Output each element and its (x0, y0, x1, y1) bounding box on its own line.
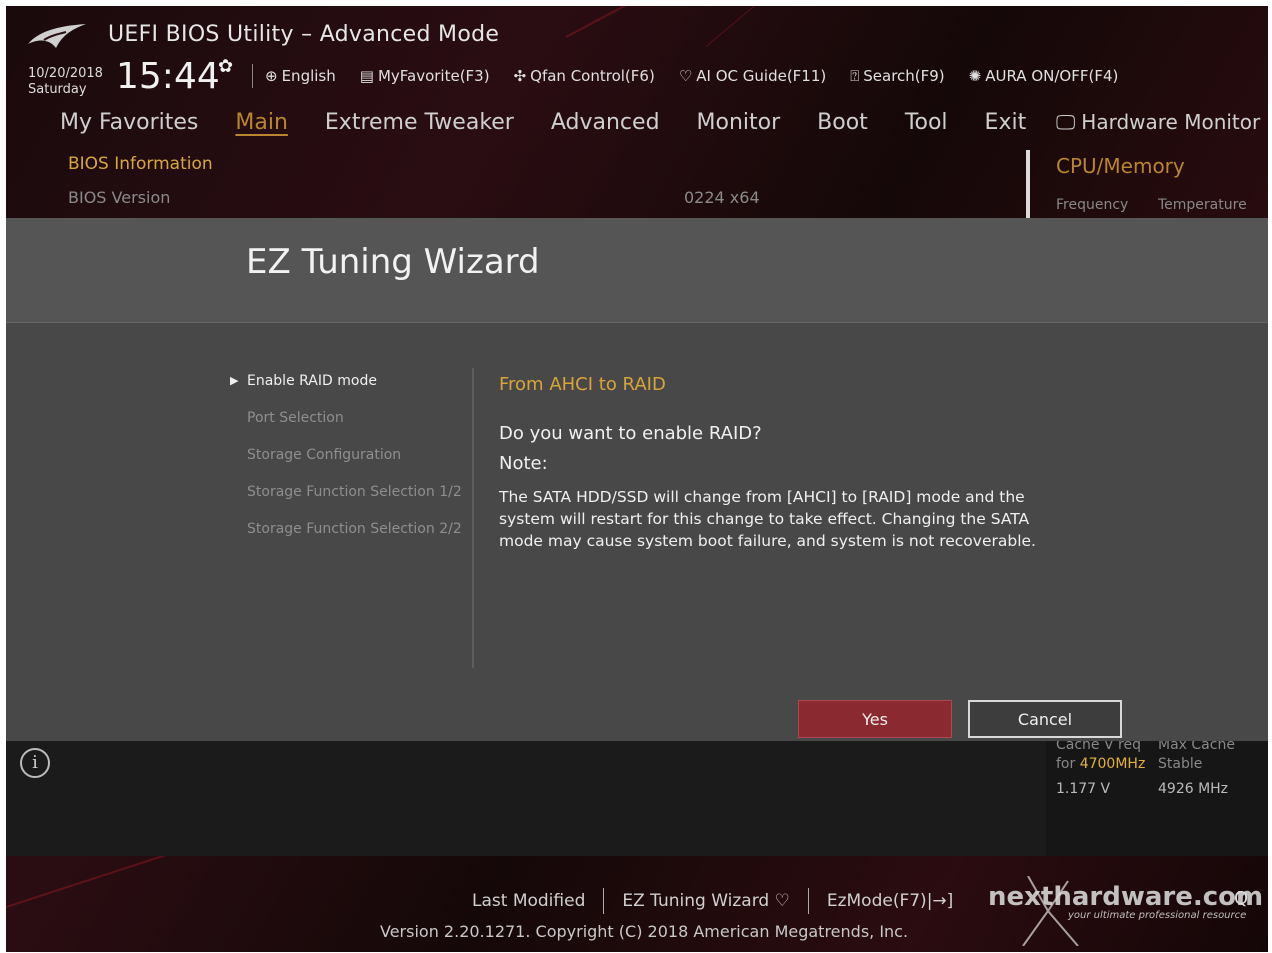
background-streak (705, 6, 1013, 47)
lightbulb-icon: ♡ (678, 67, 693, 85)
clock: 15:44 (116, 56, 220, 97)
ai-oc-guide-label: AI OC Guide(F11) (696, 67, 827, 85)
lightbulb-icon: ♡ (774, 891, 790, 911)
bios-screen: UEFI BIOS Utility – Advanced Mode 10/20/… (6, 6, 1268, 952)
yes-button[interactable]: Yes (798, 700, 952, 738)
bios-version-value: 0224 x64 (684, 188, 760, 207)
step-label: Storage Function Selection 2/2 (247, 521, 462, 537)
step-label: Storage Configuration (247, 447, 402, 463)
aura-light-icon: ✺ (968, 67, 982, 85)
tab-monitor[interactable]: Monitor (697, 110, 781, 135)
frequency-label: Frequency (1056, 197, 1129, 213)
qfan-button[interactable]: ✣ Qfan Control(F6) (514, 67, 655, 85)
max-cache-value: 4926 MHz (1158, 781, 1229, 797)
search-button[interactable]: ⍰ Search(F9) (850, 67, 944, 85)
steps-divider (472, 368, 474, 668)
ai-oc-guide-button[interactable]: ♡ AI OC Guide(F11) (679, 67, 826, 85)
for-frequency-label: for 4700MHz (1056, 756, 1145, 772)
globe-icon: ⊕ (265, 67, 278, 85)
question-box-icon: ⍰ (850, 67, 860, 85)
qfaq-button[interactable]: Q (1234, 888, 1248, 909)
list-icon: ▤ (359, 67, 374, 85)
language-label: English (281, 67, 336, 85)
watermark-subtitle: your ultimate professional resource (1068, 910, 1247, 921)
step-port-selection: Port Selection (228, 410, 462, 447)
app-title: UEFI BIOS Utility – Advanced Mode (108, 22, 500, 47)
background-streak (565, 6, 1026, 38)
ezmode-label: EzMode(F7) (826, 891, 927, 911)
date-text: 10/20/2018 (28, 66, 103, 81)
footer-divider (807, 888, 809, 914)
note-label: Note: (499, 453, 548, 474)
rog-logo-icon (28, 24, 86, 48)
hardware-monitor-header[interactable]: 🖵 Hardware Monitor (1056, 110, 1260, 134)
help-panel (6, 741, 1046, 856)
search-label: Search(F9) (863, 67, 945, 85)
tab-extreme-tweaker[interactable]: Extreme Tweaker (325, 110, 514, 135)
tab-main[interactable]: Main (235, 110, 288, 135)
aura-label: AURA ON/OFF(F4) (985, 67, 1119, 85)
tab-tool[interactable]: Tool (905, 110, 948, 135)
tab-advanced[interactable]: Advanced (551, 110, 660, 135)
ez-tuning-wizard-label: EZ Tuning Wizard (622, 891, 770, 911)
footer-bar: Last Modified EZ Tuning Wizard ♡ EzMode(… (472, 888, 953, 914)
play-arrow-icon: ▶ (230, 374, 239, 387)
bios-version-label: BIOS Version (68, 188, 171, 207)
dialog-header: EZ Tuning Wizard (6, 218, 1268, 323)
version-text: Version 2.20.1271. Copyright (C) 2018 Am… (380, 922, 909, 941)
tab-my-favorites[interactable]: My Favorites (60, 110, 198, 135)
weekday-text: Saturday (28, 82, 87, 97)
ez-tuning-wizard-dialog: EZ Tuning Wizard ▶ Enable RAID mode Port … (6, 218, 1268, 741)
aura-button[interactable]: ✺ AURA ON/OFF(F4) (969, 67, 1119, 85)
stable-label: Stable (1158, 756, 1203, 772)
scrollbar[interactable] (1026, 150, 1030, 220)
for-frequency-value: 4700MHz (1079, 756, 1146, 772)
question-text: Do you want to enable RAID? (499, 423, 762, 444)
qfan-label: Qfan Control(F6) (530, 67, 655, 85)
step-label: Storage Function Selection 1/2 (247, 484, 462, 500)
fan-icon: ✣ (513, 67, 527, 85)
content-title: From AHCI to RAID (499, 374, 666, 395)
ez-tuning-wizard-button[interactable]: EZ Tuning Wizard ♡ (622, 891, 789, 911)
tab-boot[interactable]: Boot (817, 110, 868, 135)
step-storage-function-1: Storage Function Selection 1/2 (228, 484, 462, 521)
step-label: Enable RAID mode (247, 373, 377, 389)
exit-arrow-icon: |→] (926, 891, 954, 911)
cpu-memory-heading: CPU/Memory (1056, 154, 1185, 178)
toolbar-divider (252, 64, 253, 88)
monitor-icon: 🖵 (1056, 110, 1076, 134)
myfavorite-label: MyFavorite(F3) (377, 67, 490, 85)
wizard-steps: ▶ Enable RAID mode Port Selection Storage… (228, 373, 462, 558)
ezmode-button[interactable]: EzMode(F7)|→] (827, 891, 953, 911)
watermark-text: nexthardware.com (988, 882, 1264, 912)
step-label: Port Selection (247, 410, 344, 426)
cache-v-value: 1.177 V (1056, 781, 1111, 797)
step-enable-raid-mode[interactable]: ▶ Enable RAID mode (228, 373, 462, 410)
tab-exit[interactable]: Exit (985, 110, 1027, 135)
myfavorite-button[interactable]: ▤ MyFavorite(F3) (360, 67, 490, 85)
hardware-monitor-label: Hardware Monitor (1081, 110, 1261, 134)
cancel-button[interactable]: Cancel (968, 700, 1122, 738)
dialog-title: EZ Tuning Wizard (246, 242, 540, 282)
step-storage-function-2: Storage Function Selection 2/2 (228, 521, 462, 558)
footer-divider (603, 888, 605, 914)
last-modified-button[interactable]: Last Modified (472, 891, 585, 911)
bios-information-heading: BIOS Information (68, 154, 213, 174)
clock-settings-gear-icon[interactable]: ✿ (218, 56, 233, 77)
language-button[interactable]: ⊕ English (265, 67, 336, 85)
step-storage-configuration: Storage Configuration (228, 447, 462, 484)
main-nav: My Favorites Main Extreme Tweaker Advanc… (60, 110, 1063, 135)
info-icon[interactable]: i (20, 748, 50, 778)
note-text: The SATA HDD/SSD will change from [AHCI]… (499, 488, 1036, 550)
temperature-label: Temperature (1158, 197, 1247, 213)
date-display: 10/20/2018 Saturday (28, 66, 103, 98)
for-prefix: for (1056, 756, 1076, 772)
top-toolbar: ⊕ English ▤ MyFavorite(F3) ✣ Qfan Contro… (252, 64, 1142, 88)
